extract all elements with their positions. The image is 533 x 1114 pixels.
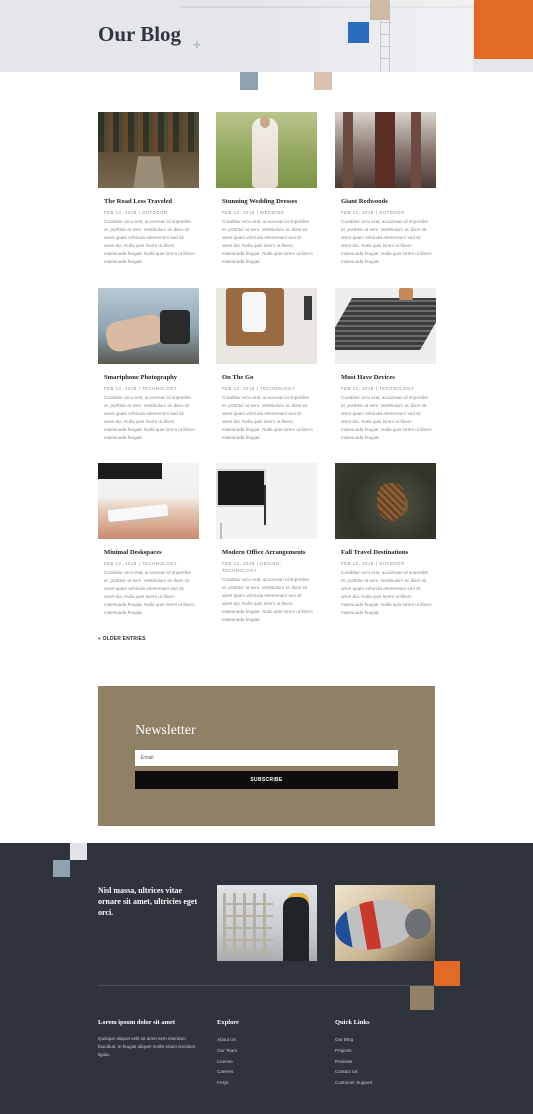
post-meta: Feb 12, 2018 | Wedding bbox=[222, 210, 285, 215]
post-excerpt: Curabitur arcu erat, accumsan id imperdi… bbox=[104, 219, 195, 264]
post-thumbnail[interactable] bbox=[98, 112, 199, 188]
post-title[interactable]: On The Go bbox=[216, 374, 317, 381]
cement-mixer-image bbox=[335, 885, 435, 961]
decor-square-beige bbox=[410, 986, 434, 1010]
footer-explore-heading: Explore bbox=[217, 1019, 239, 1026]
post-excerpt: Curabitur arcu erat, accumsan id imperdi… bbox=[341, 570, 432, 615]
post-meta: Feb 12, 2018 | Technology bbox=[104, 386, 178, 391]
post-title[interactable]: Minimal Deskspaces bbox=[98, 549, 199, 556]
newsletter-title: Newsletter bbox=[135, 723, 196, 738]
post-meta: Feb 12, 2018 | Outdoor bbox=[341, 210, 405, 215]
decor-square-light bbox=[70, 843, 87, 860]
blog-post-card: Minimal Deskspaces Feb 12, 2018 | Techno… bbox=[98, 463, 199, 616]
blog-post-card: Fall Travel Destinations Feb 12, 2018 | … bbox=[335, 463, 436, 616]
post-meta: Feb 12, 2018 | Technology bbox=[104, 561, 178, 566]
post-thumbnail[interactable] bbox=[98, 463, 199, 539]
post-excerpt: Curabitur arcu erat, accumsan id imperdi… bbox=[222, 219, 313, 264]
post-meta: Feb 12, 2018 | Outdoor bbox=[341, 561, 405, 566]
subscribe-button[interactable]: SUBSCRIBE bbox=[135, 771, 398, 789]
post-thumbnail[interactable] bbox=[216, 112, 317, 188]
post-thumbnail[interactable] bbox=[98, 288, 199, 364]
decor-square-orange bbox=[474, 0, 533, 59]
post-meta: Feb 12, 2018 | Design, Technology bbox=[222, 561, 282, 573]
post-meta: Feb 12, 2018 | Technology bbox=[341, 386, 415, 391]
blog-post-card: Smartphone Photography Feb 12, 2018 | Te… bbox=[98, 288, 199, 441]
post-thumbnail[interactable] bbox=[335, 288, 436, 364]
post-excerpt: Curabitur arcu erat, accumsan id imperdi… bbox=[222, 395, 313, 440]
post-excerpt: Curabitur arcu erat, accumsan id imperdi… bbox=[341, 219, 432, 264]
post-meta: Feb 12, 2018 | Outdoor bbox=[104, 210, 168, 215]
post-excerpt: Curabitur arcu erat, accumsan id imperdi… bbox=[104, 570, 195, 615]
page-title: Our Blog bbox=[98, 22, 182, 46]
post-title[interactable]: Stunning Wedding Dresses bbox=[216, 198, 317, 205]
blog-post-card: On The Go Feb 12, 2018 | Technology Cura… bbox=[216, 288, 317, 441]
plus-icon: ✛ bbox=[193, 40, 201, 50]
post-meta: Feb 12, 2018 | Technology bbox=[222, 386, 296, 391]
footer-quick-links-heading: Quick Links bbox=[335, 1019, 370, 1026]
footer-link-customer-support[interactable]: Customer Support bbox=[335, 1078, 372, 1089]
crane-cabin-graphic bbox=[370, 0, 390, 20]
footer-about-heading: Lorem ipsum dolor sit amet bbox=[98, 1019, 176, 1026]
decor-square-orange bbox=[434, 961, 460, 986]
post-title[interactable]: Fall Travel Destinations bbox=[335, 549, 436, 556]
decor-square-grey bbox=[53, 860, 70, 877]
newsletter-section: Newsletter SUBSCRIBE bbox=[98, 686, 435, 826]
post-title[interactable]: Smartphone Photography bbox=[98, 374, 199, 381]
post-title[interactable]: Must Have Devices bbox=[335, 374, 436, 381]
page-header: Our Blog ✛ bbox=[0, 0, 533, 72]
footer-explore-column: Explore About Us Our Team License Career… bbox=[217, 1019, 239, 1089]
footer-link-careers[interactable]: Careers bbox=[217, 1067, 239, 1078]
footer-link-our-team[interactable]: Our Team bbox=[217, 1046, 239, 1057]
blog-post-card: Must Have Devices Feb 12, 2018 | Technol… bbox=[335, 288, 436, 441]
post-thumbnail[interactable] bbox=[216, 288, 317, 364]
older-entries-link[interactable]: « OLDER ENTRIES bbox=[98, 636, 146, 642]
footer-quote: Nisl massa, ultrices vitae ornare sit am… bbox=[98, 886, 198, 917]
post-thumbnail[interactable] bbox=[216, 463, 317, 539]
footer-link-license[interactable]: License bbox=[217, 1057, 239, 1068]
footer-divider bbox=[98, 985, 435, 986]
footer-quick-links-column: Quick Links Our Blog Projects Reviews Co… bbox=[335, 1019, 372, 1089]
footer-link-our-blog[interactable]: Our Blog bbox=[335, 1035, 372, 1046]
footer-link-reviews[interactable]: Reviews bbox=[335, 1057, 372, 1068]
post-thumbnail[interactable] bbox=[335, 463, 436, 539]
post-excerpt: Curabitur arcu erat, accumsan id imperdi… bbox=[341, 395, 432, 440]
footer-link-about-us[interactable]: About Us bbox=[217, 1035, 239, 1046]
decor-square-blue bbox=[348, 22, 369, 43]
blog-post-card: Modern Office Arrangements Feb 12, 2018 … bbox=[216, 463, 317, 623]
footer-link-contact-us[interactable]: Contact Us bbox=[335, 1067, 372, 1078]
decor-square-beige bbox=[314, 72, 332, 90]
footer-about-column: Lorem ipsum dolor sit amet Quisque aliqu… bbox=[98, 1019, 204, 1058]
post-excerpt: Curabitur arcu erat, accumsan id imperdi… bbox=[222, 577, 313, 622]
post-excerpt: Curabitur arcu erat, accumsan id imperdi… bbox=[104, 395, 195, 440]
email-field[interactable] bbox=[135, 750, 398, 766]
post-thumbnail[interactable] bbox=[335, 112, 436, 188]
blog-post-card: The Road Less Traveled Feb 12, 2018 | Ou… bbox=[98, 112, 199, 265]
footer-link-faqs[interactable]: FAQs bbox=[217, 1078, 239, 1089]
blog-post-card: Giant Redwoods Feb 12, 2018 | Outdoor Cu… bbox=[335, 112, 436, 265]
post-title[interactable]: Modern Office Arrangements bbox=[216, 549, 317, 556]
footer-about-text: Quisque aliquet velit sit amet sem inter… bbox=[98, 1036, 196, 1057]
post-title[interactable]: The Road Less Traveled bbox=[98, 198, 199, 205]
decor-square-grey bbox=[240, 72, 258, 90]
footer-link-projects[interactable]: Projects bbox=[335, 1046, 372, 1057]
blog-post-card: Stunning Wedding Dresses Feb 12, 2018 | … bbox=[216, 112, 317, 265]
construction-worker-image bbox=[217, 885, 317, 961]
post-title[interactable]: Giant Redwoods bbox=[335, 198, 436, 205]
